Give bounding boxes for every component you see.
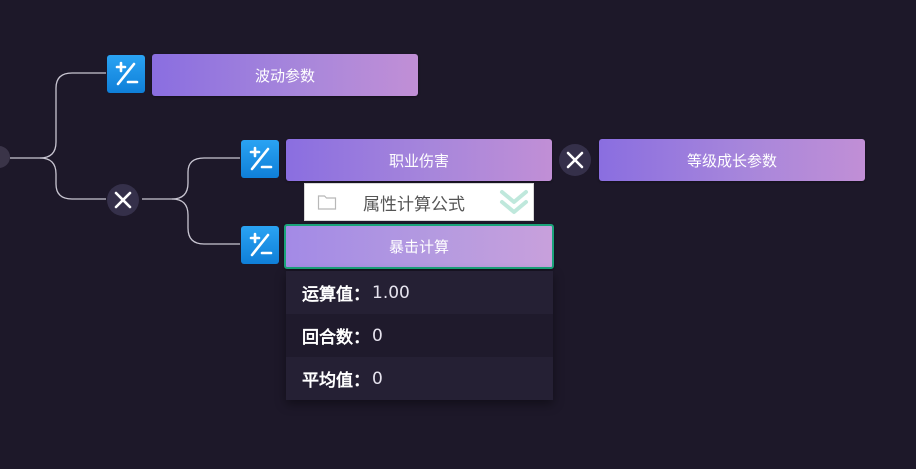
info-key: 平均值： bbox=[302, 371, 370, 391]
plus-minus-icon[interactable] bbox=[241, 226, 279, 264]
double-chevron-down-icon[interactable] bbox=[497, 186, 531, 220]
connector-multiply bbox=[142, 157, 240, 200]
node-info-panel: 运算值： 1.00 回合数： 0 平均值： 0 bbox=[286, 271, 553, 400]
plus-minus-icon[interactable] bbox=[241, 140, 279, 178]
folder-icon bbox=[317, 195, 337, 210]
multiply-icon[interactable] bbox=[559, 144, 591, 176]
info-key: 运算值： bbox=[302, 285, 370, 305]
info-row-computed-value: 运算值： 1.00 bbox=[286, 271, 553, 314]
info-row-average: 平均值： 0 bbox=[286, 357, 553, 400]
info-row-rounds: 回合数： 0 bbox=[286, 314, 553, 357]
info-value: 0 bbox=[372, 368, 383, 389]
multiply-icon[interactable] bbox=[107, 184, 139, 216]
node-job-damage[interactable]: 职业伤害 bbox=[286, 139, 552, 181]
formula-label-box[interactable]: 属性计算公式 bbox=[304, 183, 534, 221]
connector-root-lower bbox=[39, 157, 106, 200]
info-value: 0 bbox=[372, 325, 383, 346]
formula-tree-canvas: 波动参数 职业伤害 等级成长参数 属性计算公式 暴击计算 运算值： 1.00 回… bbox=[0, 0, 916, 469]
info-value: 1.00 bbox=[372, 282, 410, 303]
plus-minus-icon[interactable] bbox=[107, 55, 145, 93]
connector-multiply-lower bbox=[171, 198, 240, 245]
formula-label: 属性计算公式 bbox=[363, 194, 465, 215]
node-wave-params[interactable]: 波动参数 bbox=[152, 54, 418, 96]
node-level-growth[interactable]: 等级成长参数 bbox=[599, 139, 865, 181]
node-crit-calc[interactable]: 暴击计算 bbox=[284, 224, 554, 269]
info-key: 回合数： bbox=[302, 328, 370, 348]
connector-root bbox=[10, 72, 106, 159]
